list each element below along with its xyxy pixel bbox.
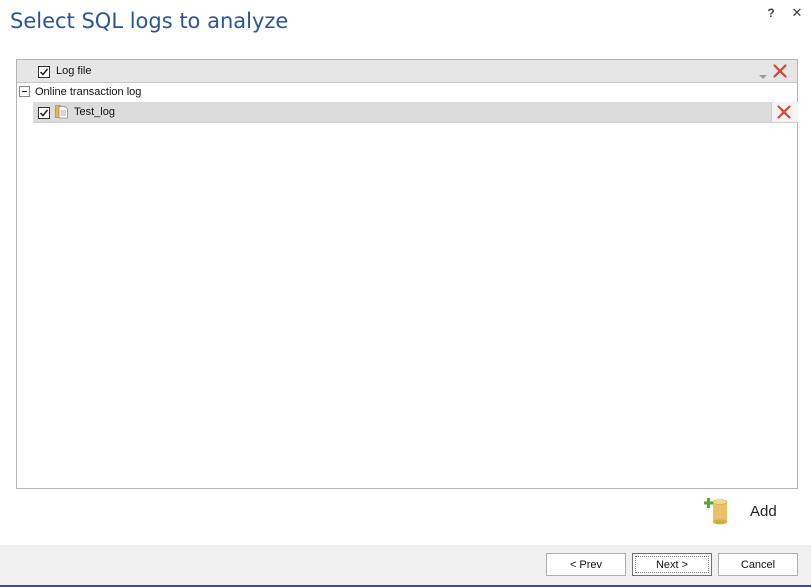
grid-header: Log file xyxy=(17,60,797,83)
close-button[interactable]: ✕ xyxy=(790,5,804,21)
collapse-toggle-icon[interactable] xyxy=(19,86,30,97)
next-button[interactable]: Next > xyxy=(632,553,712,576)
focus-rectangle xyxy=(635,556,709,573)
group-row-online-transaction-log: Online transaction log xyxy=(17,83,797,102)
dialog-title: Select SQL logs to analyze xyxy=(10,9,289,33)
remove-all-icon[interactable] xyxy=(773,64,787,78)
help-button[interactable]: ? xyxy=(764,5,778,21)
row-checkbox[interactable] xyxy=(38,107,50,119)
add-database-icon xyxy=(704,497,730,525)
row-label: Test_log xyxy=(74,106,115,118)
prev-button[interactable]: < Prev xyxy=(546,553,626,576)
select-all-checkbox[interactable] xyxy=(38,66,50,78)
table-row[interactable]: Test_log xyxy=(33,102,798,123)
checkmark-icon xyxy=(39,68,49,76)
log-file-icon xyxy=(55,105,69,119)
add-button[interactable]: Add xyxy=(704,497,784,527)
cancel-button[interactable]: Cancel xyxy=(718,553,798,576)
dialog-footer: < Prev Next > Cancel xyxy=(0,545,811,587)
group-label: Online transaction log xyxy=(35,86,142,98)
add-label: Add xyxy=(750,503,777,520)
select-sql-logs-dialog: Select SQL logs to analyze ? ✕ Log file xyxy=(0,0,811,587)
dropdown-arrow-icon[interactable] xyxy=(758,68,768,79)
checkmark-icon xyxy=(39,109,49,117)
column-header-log-file[interactable]: Log file xyxy=(56,65,91,77)
red-x-icon xyxy=(777,105,791,119)
remove-row-button[interactable] xyxy=(771,102,798,122)
log-file-grid: Log file Online transaction log Test_log xyxy=(16,59,798,489)
